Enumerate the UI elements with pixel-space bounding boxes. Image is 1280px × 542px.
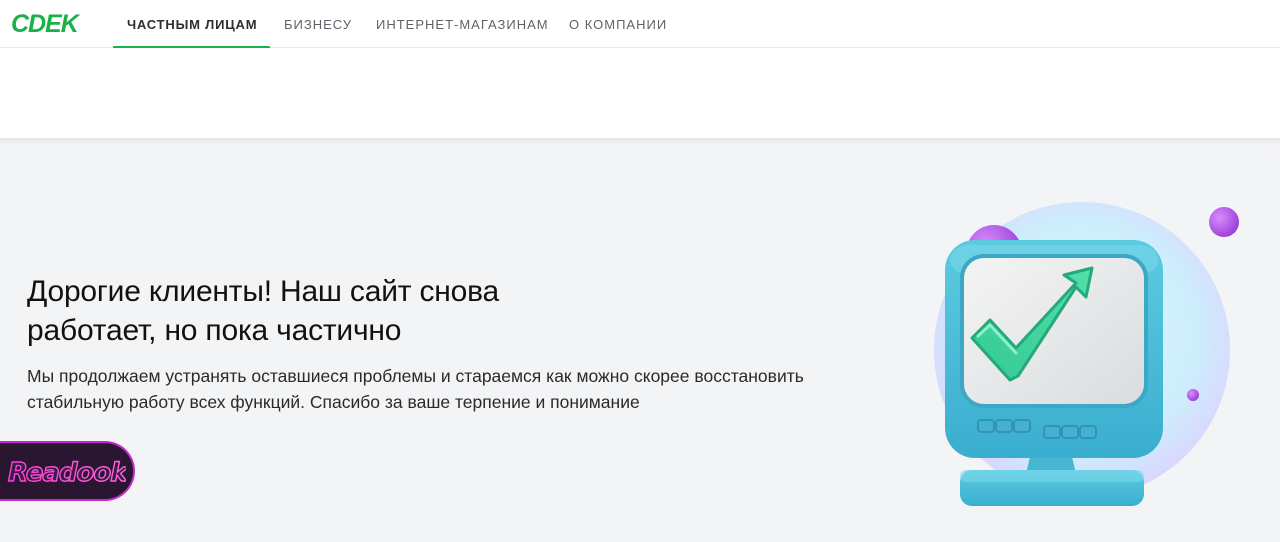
banner-title-line-2: работает, но пока частично (27, 314, 402, 347)
monitor-checkmark-illustration (934, 202, 1239, 506)
banner-text: Мы продолжаем устранять оставшиеся пробл… (27, 363, 847, 415)
banner-text-line-2: стабильную работу всех функций. Спасибо … (27, 392, 640, 412)
nav-business[interactable]: БИЗНЕСУ (270, 0, 362, 48)
nav-private-persons[interactable]: ЧАСТНЫМ ЛИЦАМ (113, 0, 270, 49)
banner-title-line-1: Дорогие клиенты! Наш сайт снова (27, 275, 499, 308)
cdek-logo[interactable]: CDEK (10, 9, 90, 37)
readooka-logo-icon: Readooka (7, 457, 126, 488)
nav-about-company[interactable]: О КОМПАНИИ (558, 0, 688, 48)
site-header: CDEK ЧАСТНЫМ ЛИЦАМ БИЗНЕСУ ИНТЕРНЕТ-МАГА… (0, 0, 1280, 49)
banner-text-line-1: Мы продолжаем устранять оставшиеся пробл… (27, 366, 804, 386)
subheader-area (0, 48, 1280, 138)
purple-ball-small (1187, 389, 1199, 401)
purple-ball-large (1209, 207, 1239, 237)
readooka-watermark: Readooka (0, 441, 135, 501)
main-nav: ЧАСТНЫМ ЛИЦАМ БИЗНЕСУ ИНТЕРНЕТ-МАГАЗИНАМ… (113, 0, 688, 49)
svg-text:CDEK: CDEK (11, 10, 81, 37)
nav-online-stores[interactable]: ИНТЕРНЕТ-МАГАЗИНАМ (362, 0, 558, 48)
svg-text:Readooka: Readooka (8, 458, 126, 488)
announcement-banner: Дорогие клиенты! Наш сайт снова работает… (0, 138, 1280, 542)
banner-title: Дорогие клиенты! Наш сайт снова работает… (27, 272, 587, 350)
